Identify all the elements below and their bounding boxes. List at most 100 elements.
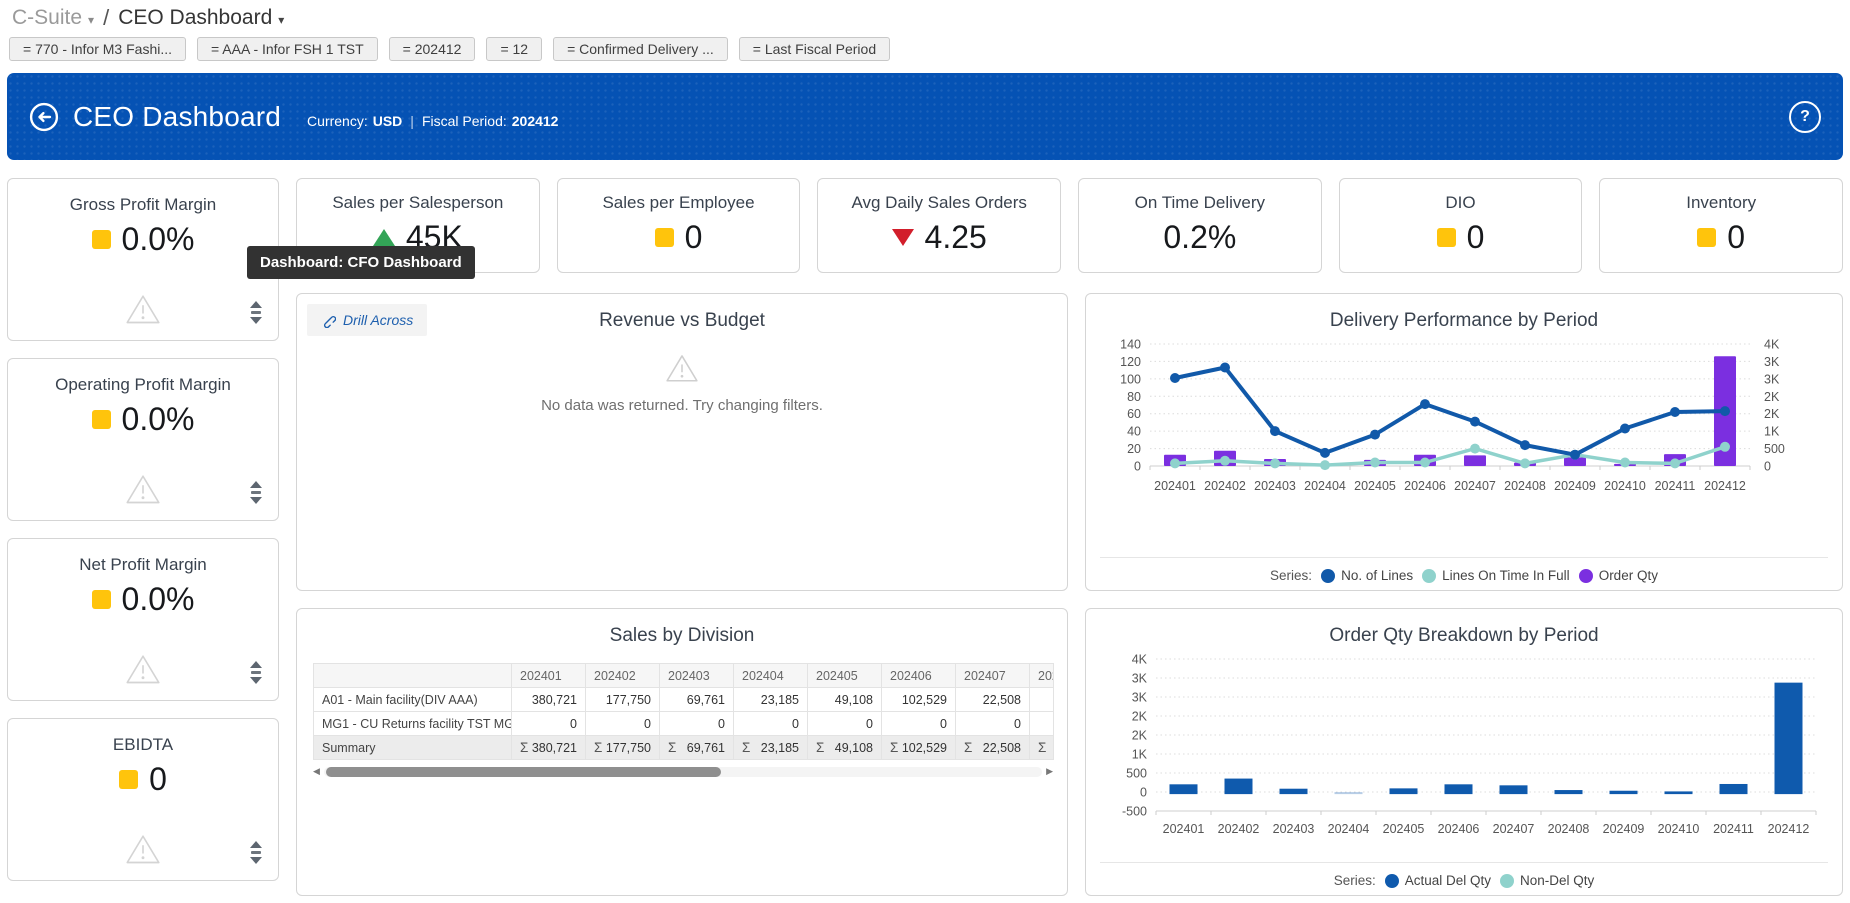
summary-cell: Σ102,529 (882, 736, 956, 760)
legend-series-label: Series: (1334, 873, 1376, 888)
kpi-value: 0 (1727, 219, 1745, 256)
warning-icon (125, 292, 161, 326)
sort-spinner[interactable] (250, 301, 262, 324)
svg-text:2K: 2K (1764, 390, 1780, 404)
summary-value: 69,761 (687, 741, 725, 755)
help-button[interactable]: ? (1789, 101, 1821, 133)
sales-by-division-table: 2024012024022024032024042024052024062024… (313, 663, 1054, 760)
scroll-left-icon[interactable]: ◀ (313, 767, 320, 776)
table-cell: 0 (660, 712, 734, 736)
kpi-card-footer (8, 652, 278, 686)
svg-text:0: 0 (1140, 786, 1147, 800)
summary-cell: Σ (1030, 736, 1055, 760)
table-cell: 49,108 (808, 688, 882, 712)
kpi-value-row: 0.0% (92, 401, 195, 438)
back-button[interactable] (29, 102, 59, 132)
svg-text:202408: 202408 (1504, 479, 1546, 493)
drill-across-label: Drill Across (343, 312, 413, 328)
kpi-left-column: Gross Profit Margin0.0% Operating Profit … (7, 178, 279, 881)
kpi-card-avg-daily-sales-orders[interactable]: Avg Daily Sales Orders4.25 (817, 178, 1061, 273)
sort-up-icon[interactable] (250, 661, 262, 668)
summary-value: 49,108 (835, 741, 873, 755)
table-cell: 0 (734, 712, 808, 736)
summary-value: 380,721 (532, 741, 577, 755)
sales-by-division-title: Sales by Division (297, 625, 1067, 647)
sort-down-icon[interactable] (250, 857, 262, 864)
kpi-value: 0 (685, 219, 703, 256)
kpi-card-sales-per-employee[interactable]: Sales per Employee0 (557, 178, 801, 273)
summary-cell: Σ49,108 (808, 736, 882, 760)
delivery-performance-chart[interactable]: 1404K1203K1003K802K602K401K2050000202401… (1086, 338, 1842, 506)
trend-down-icon (892, 229, 914, 246)
svg-text:2K: 2K (1132, 729, 1148, 743)
svg-text:3K: 3K (1132, 691, 1148, 705)
filter-chip[interactable]: = 202412 (389, 37, 476, 61)
sort-down-icon[interactable] (250, 497, 262, 504)
question-mark-icon: ? (1800, 108, 1810, 126)
table-row: A01 - Main facility(DIV AAA)380,721177,7… (314, 688, 1055, 712)
scrollbar-thumb[interactable] (326, 767, 721, 777)
legend-item-lines-on-time-in-full: Lines On Time In Full (1422, 568, 1570, 583)
scrollbar-track[interactable] (324, 767, 1042, 777)
order-qty-breakdown-chart[interactable]: 4K3K3K2K2K1K5000-50020240120240220240320… (1086, 649, 1842, 845)
svg-text:80: 80 (1127, 390, 1141, 404)
sort-spinner[interactable] (250, 661, 262, 684)
sort-spinner[interactable] (250, 481, 262, 504)
table-cell: 0 (586, 712, 660, 736)
scroll-right-icon[interactable]: ▶ (1046, 767, 1053, 776)
breadcrumb-section[interactable]: C-Suite ▾ (12, 6, 94, 30)
sort-bar-icon (251, 491, 261, 494)
table-row: MG1 - CU Returns facility TST MG0000000 (314, 712, 1055, 736)
filter-chip[interactable]: = Confirmed Delivery ... (553, 37, 728, 61)
filter-chip[interactable]: = Last Fiscal Period (739, 37, 890, 61)
filter-chip[interactable]: = 12 (486, 37, 542, 61)
svg-text:202405: 202405 (1354, 479, 1396, 493)
tooltip: Dashboard: CFO Dashboard (247, 246, 475, 279)
status-square-icon (92, 410, 111, 429)
kpi-value: 0.2% (1163, 219, 1236, 256)
kpi-card-dio[interactable]: DIO0 (1339, 178, 1583, 273)
sales-by-division-panel: Sales by Division 2024012024022024032024… (296, 608, 1068, 896)
filter-chip-row: = 770 - Infor M3 Fashi... = AAA - Infor F… (9, 37, 890, 61)
kpi-card-operating-profit-margin[interactable]: Operating Profit Margin0.0% (7, 358, 279, 521)
sort-spinner[interactable] (250, 841, 262, 864)
svg-text:202410: 202410 (1658, 822, 1700, 836)
breadcrumb-page[interactable]: CEO Dashboard ▾ (118, 6, 284, 30)
legend-name: Order Qty (1599, 568, 1658, 583)
kpi-card-net-profit-margin[interactable]: Net Profit Margin0.0% (7, 538, 279, 701)
filter-chip[interactable]: = 770 - Infor M3 Fashi... (9, 37, 186, 61)
svg-text:100: 100 (1120, 372, 1141, 386)
svg-text:202407: 202407 (1454, 479, 1496, 493)
kpi-value-row: 0 (1697, 219, 1745, 256)
sort-down-icon[interactable] (250, 677, 262, 684)
sort-up-icon[interactable] (250, 301, 262, 308)
link-icon (321, 313, 336, 328)
filter-chip[interactable]: = AAA - Infor FSH 1 TST (197, 37, 378, 61)
svg-text:1K: 1K (1132, 748, 1148, 762)
fiscal-period-value: 202412 (512, 113, 559, 129)
kpi-card-ebidta[interactable]: EBIDTA0 (7, 718, 279, 881)
kpi-value-row: 0.0% (92, 581, 195, 618)
currency-label: Currency: (307, 113, 368, 129)
sort-up-icon[interactable] (250, 841, 262, 848)
kpi-value-row: 0.0% (92, 221, 195, 258)
column-header: 202406 (882, 664, 956, 688)
legend-name: No. of Lines (1341, 568, 1413, 583)
svg-text:202402: 202402 (1218, 822, 1260, 836)
table-cell: 69,761 (660, 688, 734, 712)
sort-down-icon[interactable] (250, 317, 262, 324)
kpi-title: On Time Delivery (1135, 193, 1265, 213)
drill-across-button[interactable]: Drill Across (307, 304, 427, 336)
svg-text:202404: 202404 (1304, 479, 1346, 493)
kpi-card-inventory[interactable]: Inventory 0 (1599, 178, 1843, 273)
kpi-card-on-time-delivery[interactable]: On Time Delivery 0.2% (1078, 178, 1322, 273)
status-square-icon (119, 770, 138, 789)
kpi-title: Inventory (1686, 193, 1756, 213)
svg-text:202403: 202403 (1254, 479, 1296, 493)
kpi-card-gross-profit-margin[interactable]: Gross Profit Margin0.0% (7, 178, 279, 341)
sort-up-icon[interactable] (250, 481, 262, 488)
legend-name: Non-Del Qty (1520, 873, 1594, 888)
table-cell: 22,508 (956, 688, 1030, 712)
table-cell: 380,721 (512, 688, 586, 712)
svg-text:202411: 202411 (1655, 479, 1696, 493)
